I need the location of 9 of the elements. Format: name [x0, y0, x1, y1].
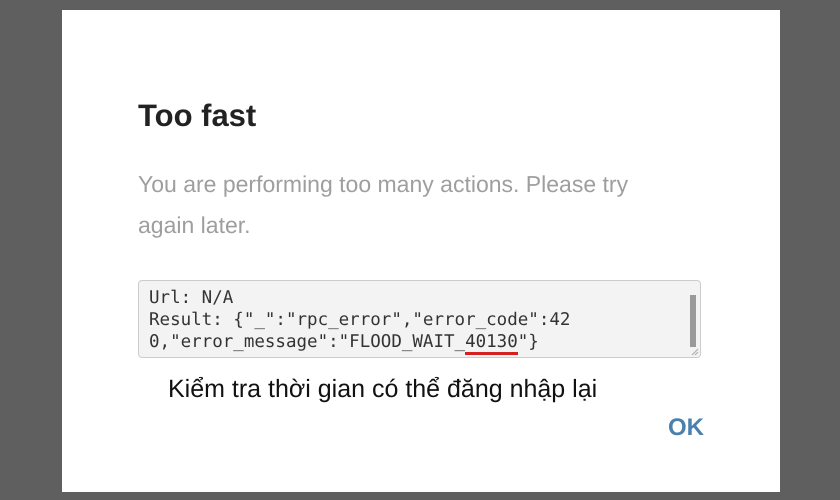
- ok-button[interactable]: OK: [668, 410, 704, 446]
- scrollbar[interactable]: [690, 295, 696, 347]
- dialog-title: Too fast: [138, 98, 258, 134]
- resize-grip-icon[interactable]: [691, 348, 699, 356]
- log-line: Url: N/A: [149, 287, 234, 309]
- dialog-message: You are performing too many actions. Please try again later.: [138, 170, 630, 240]
- caption: Kiểm tra thời gian có thể đăng nhập lại: [168, 374, 598, 405]
- log-line: Result: {"_":"rpc_error","error_code":42: [149, 309, 572, 331]
- log-line: 0,"error_message":"FLOOD_WAIT_40130"}: [149, 331, 686, 353]
